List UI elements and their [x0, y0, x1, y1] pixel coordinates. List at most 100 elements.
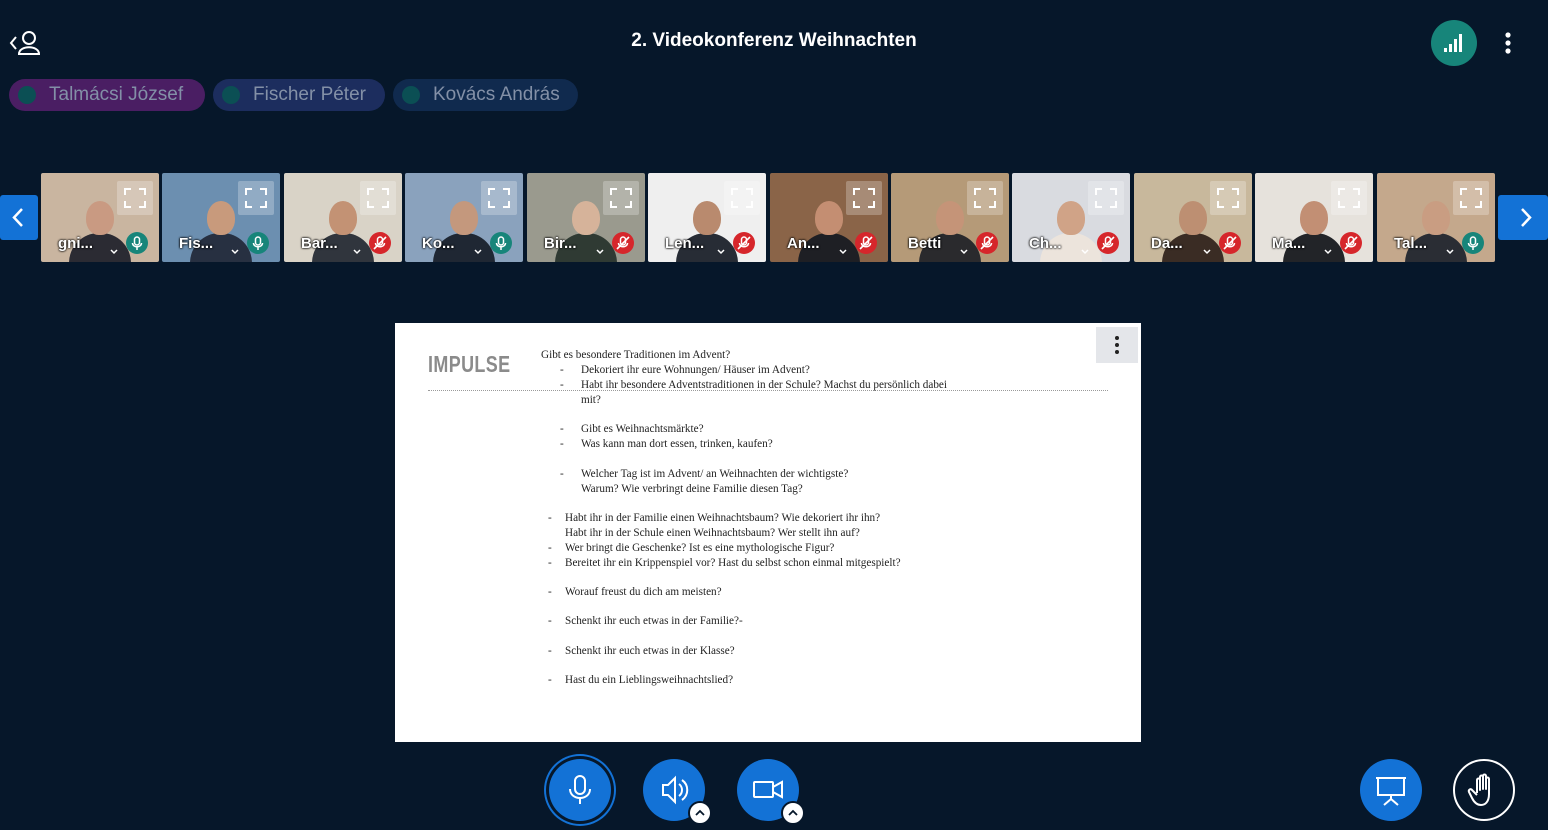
slide-line: Hast du ein Lieblingsweihnachtslied?: [565, 674, 734, 686]
fullscreen-icon[interactable]: [1453, 181, 1489, 215]
slide-line: Was kann man dort essen, trinken, kaufen…: [581, 438, 773, 450]
chevron-down-icon[interactable]: [596, 242, 604, 255]
microphone-muted-icon: [1097, 232, 1119, 254]
video-strip-prev-button[interactable]: [0, 195, 38, 240]
tile-name-bar: Betti: [891, 231, 1009, 257]
video-tile[interactable]: Len...: [648, 173, 766, 262]
participant-name: Bar...: [301, 235, 338, 252]
chevron-down-icon[interactable]: [839, 242, 847, 255]
participant-face: [815, 201, 843, 235]
microphone-muted-icon: [976, 232, 998, 254]
slide-line: Gibt es Weihnachtsmärkte?: [581, 423, 704, 435]
fullscreen-icon[interactable]: [481, 181, 517, 215]
fullscreen-icon[interactable]: [1331, 181, 1367, 215]
presentation-options-button[interactable]: [1096, 327, 1138, 363]
talking-dot-icon: [222, 86, 240, 104]
microphone-icon: [247, 232, 269, 254]
raise-hand-button[interactable]: [1453, 759, 1515, 821]
talker-pill[interactable]: Kovács András: [393, 79, 578, 111]
participant-face: [1300, 201, 1328, 235]
slide-line: Welcher Tag ist im Advent/ an Weihnachte…: [581, 468, 849, 480]
chevron-down-icon[interactable]: [231, 242, 239, 255]
tile-name-bar: An...: [770, 231, 888, 257]
chevron-down-icon[interactable]: [1081, 242, 1089, 255]
bullet-marker: -: [548, 645, 552, 657]
participant-name: Ko...: [422, 235, 455, 252]
video-tile[interactable]: Betti: [891, 173, 1009, 262]
participant-name: Ma...: [1272, 235, 1306, 252]
video-tile[interactable]: Fis...: [162, 173, 280, 262]
kebab-icon: [1115, 336, 1119, 354]
participant-name: Tal...: [1394, 235, 1428, 252]
chevron-down-icon[interactable]: [474, 242, 482, 255]
slide-heading: IMPULSE: [428, 351, 511, 377]
video-tile[interactable]: Da...: [1134, 173, 1252, 262]
action-bar: [0, 758, 1548, 830]
audio-options-button[interactable]: [688, 801, 712, 825]
microphone-icon: [1462, 232, 1484, 254]
fullscreen-icon[interactable]: [603, 181, 639, 215]
participant-face: [1179, 201, 1207, 235]
participant-face: [207, 201, 235, 235]
tile-name-bar: Tal...: [1377, 231, 1495, 257]
tile-name-bar: Ko...: [405, 231, 523, 257]
slide-line: mit?: [581, 394, 601, 406]
presentation-toggle-button[interactable]: [1360, 759, 1422, 821]
fullscreen-icon[interactable]: [724, 181, 760, 215]
chevron-down-icon[interactable]: [1203, 242, 1211, 255]
chevron-down-icon[interactable]: [353, 242, 361, 255]
hand-icon: [1467, 773, 1490, 806]
microphone-toggle-button[interactable]: [549, 759, 611, 821]
options-menu-icon[interactable]: [1498, 28, 1518, 58]
video-tile[interactable]: Ma...: [1255, 173, 1373, 262]
tile-name-bar: Ch...: [1012, 231, 1130, 257]
chevron-down-icon[interactable]: [717, 242, 725, 255]
signal-bars-icon: [1444, 34, 1462, 52]
fullscreen-icon[interactable]: [360, 181, 396, 215]
camera-options-button[interactable]: [781, 801, 805, 825]
talker-name: Fischer Péter: [253, 84, 366, 105]
video-tile[interactable]: Ko...: [405, 173, 523, 262]
participant-name: Bir...: [544, 235, 577, 252]
slide-line: Habt ihr besondere Adventstraditionen in…: [581, 379, 947, 391]
fullscreen-icon[interactable]: [238, 181, 274, 215]
video-tile[interactable]: gni...: [41, 173, 159, 262]
bullet-marker: -: [548, 512, 552, 524]
video-tile[interactable]: Bir...: [527, 173, 645, 262]
bullet-marker: -: [560, 379, 564, 391]
fullscreen-icon[interactable]: [967, 181, 1003, 215]
video-tile[interactable]: Bar...: [284, 173, 402, 262]
tile-name-bar: Ma...: [1255, 231, 1373, 257]
tile-name-bar: Fis...: [162, 231, 280, 257]
video-tile[interactable]: Ch...: [1012, 173, 1130, 262]
microphone-muted-icon: [1219, 232, 1241, 254]
participant-face: [1057, 201, 1085, 235]
fullscreen-icon[interactable]: [1210, 181, 1246, 215]
microphone-icon: [569, 775, 591, 804]
video-strip-next-button[interactable]: [1498, 195, 1548, 240]
participant-name: Da...: [1151, 235, 1183, 252]
connection-status-button[interactable]: [1431, 20, 1477, 66]
video-tile[interactable]: Tal...: [1377, 173, 1495, 262]
video-tile[interactable]: An...: [770, 173, 888, 262]
chevron-up-icon: [695, 809, 705, 816]
talking-dot-icon: [402, 86, 420, 104]
fullscreen-icon[interactable]: [846, 181, 882, 215]
slide-line: Habt ihr in der Familie einen Weihnachts…: [565, 512, 881, 524]
talker-pill[interactable]: Talmácsi József: [9, 79, 205, 111]
participant-face: [693, 201, 721, 235]
chevron-down-icon[interactable]: [110, 242, 118, 255]
tile-name-bar: Bar...: [284, 231, 402, 257]
tile-name-bar: gni...: [41, 231, 159, 257]
tile-name-bar: Bir...: [527, 231, 645, 257]
fullscreen-icon[interactable]: [1088, 181, 1124, 215]
fullscreen-icon[interactable]: [117, 181, 153, 215]
participant-face: [86, 201, 114, 235]
chevron-down-icon[interactable]: [960, 242, 968, 255]
participant-face: [450, 201, 478, 235]
chevron-down-icon[interactable]: [1324, 242, 1332, 255]
presentation-icon: [1376, 777, 1406, 806]
talker-pill[interactable]: Fischer Péter: [213, 79, 385, 111]
slide-line: Warum? Wie verbringt deine Familie diese…: [581, 483, 803, 495]
chevron-down-icon[interactable]: [1446, 242, 1454, 255]
